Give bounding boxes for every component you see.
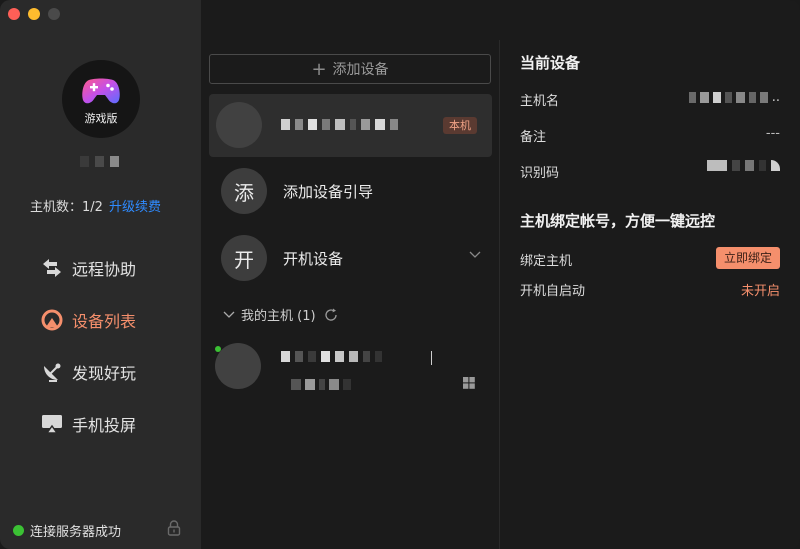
nav-label: 远程协助	[72, 260, 137, 279]
window-controls	[8, 8, 60, 20]
close-window-button[interactable]	[8, 8, 20, 20]
autostart-row: 开机自启动 未开启	[520, 280, 780, 300]
app-window: 游戏版 主机数：1/2 升级续费 远程协助 设备列表 发现好玩 手机投屏 连接服…	[0, 0, 800, 549]
device-detail-panel: 当前设备 主机名 .. 备注 --- 识别码 主机绑定帐号，方便一键远控 绑定主…	[500, 0, 800, 549]
nav-remote-assist[interactable]: 远程协助	[40, 242, 190, 294]
zoom-window-button[interactable]	[48, 8, 60, 20]
gamepad-icon	[82, 78, 120, 104]
nav-screen-cast[interactable]: 手机投屏	[40, 398, 190, 450]
host-list-item[interactable]	[215, 343, 491, 393]
note-row: 备注 ---	[520, 126, 780, 146]
autostart-toggle[interactable]: 未开启	[741, 280, 780, 299]
bind-section-title: 主机绑定帐号，方便一键远控	[520, 212, 716, 230]
host-avatar	[215, 343, 261, 389]
upgrade-link[interactable]: 升级续费	[109, 200, 161, 215]
status-online-dot	[13, 525, 24, 536]
note-label: 备注	[520, 130, 547, 145]
screen-cast-icon	[40, 412, 64, 436]
chevron-down-icon[interactable]	[469, 251, 481, 259]
plus-icon: +	[311, 58, 327, 80]
connection-status: 连接服务器成功	[13, 521, 121, 540]
chevron-down-icon	[223, 311, 235, 318]
guide-label: 添加设备引导	[283, 182, 374, 201]
nav-discover[interactable]: 发现好玩	[40, 346, 190, 398]
note-value: ---	[765, 126, 780, 141]
boot-label: 开机设备	[283, 249, 344, 268]
id-code-row: 识别码	[520, 160, 780, 182]
device-list-icon	[40, 308, 64, 332]
id-code-value	[707, 160, 780, 171]
bind-now-button[interactable]: 立即绑定	[715, 247, 780, 269]
hostname-row: 主机名 ..	[520, 90, 780, 110]
nav-label: 手机投屏	[72, 416, 137, 435]
host-name-redacted	[281, 351, 382, 362]
minimize-window-button[interactable]	[28, 8, 40, 20]
text-cursor	[431, 351, 432, 365]
add-device-guide-row[interactable]: 添 添加设备引导	[221, 167, 481, 215]
sidebar: 游戏版 主机数：1/2 升级续费 远程协助 设备列表 发现好玩 手机投屏 连接服…	[0, 0, 201, 549]
device-avatar	[216, 102, 262, 148]
boot-device-row[interactable]: 开 开机设备	[221, 234, 481, 282]
host-count-line: 主机数：1/2 升级续费	[30, 196, 161, 215]
add-device-button[interactable]: + 添加设备	[209, 54, 491, 84]
nav-label: 设备列表	[72, 312, 137, 331]
current-device-title: 当前设备	[520, 54, 581, 72]
bind-host-label: 绑定主机	[520, 254, 573, 269]
sidebar-nav: 远程协助 设备列表 发现好玩 手机投屏	[40, 242, 190, 450]
nav-device-list[interactable]: 设备列表	[40, 294, 190, 346]
local-badge: 本机	[443, 117, 477, 134]
device-panel: + 添加设备 本机 添 添加设备引导 开 开机设备 我的主机 (1)	[201, 0, 499, 549]
host-count: 主机数：1/2	[30, 200, 103, 215]
autostart-label: 开机自启动	[520, 284, 586, 299]
boot-icon: 开	[221, 235, 267, 281]
satellite-dish-icon	[40, 360, 64, 384]
refresh-icon[interactable]	[324, 308, 338, 322]
lock-icon[interactable]	[167, 520, 181, 536]
hostname-value: ..	[688, 90, 780, 105]
online-indicator	[215, 346, 221, 352]
status-text: 连接服务器成功	[30, 525, 122, 540]
device-name-redacted	[281, 119, 398, 130]
username-redacted	[80, 156, 119, 167]
bind-host-row: 绑定主机 立即绑定	[520, 247, 780, 270]
add-device-label: 添加设备	[332, 62, 389, 78]
nav-label: 发现好玩	[72, 364, 137, 383]
hostname-trail: ..	[771, 90, 780, 105]
local-device-card[interactable]: 本机	[209, 94, 492, 157]
arrows-swap-icon	[40, 256, 64, 280]
avatar-caption: 游戏版	[84, 112, 118, 125]
windows-icon	[463, 377, 475, 389]
avatar[interactable]: 游戏版	[62, 60, 140, 138]
host-id-redacted	[291, 379, 351, 390]
hostname-label: 主机名	[520, 94, 560, 109]
my-hosts-header[interactable]: 我的主机 (1)	[223, 305, 338, 324]
my-hosts-label: 我的主机 (1)	[241, 309, 316, 324]
id-code-label: 识别码	[520, 166, 560, 181]
guide-icon: 添	[221, 168, 267, 214]
